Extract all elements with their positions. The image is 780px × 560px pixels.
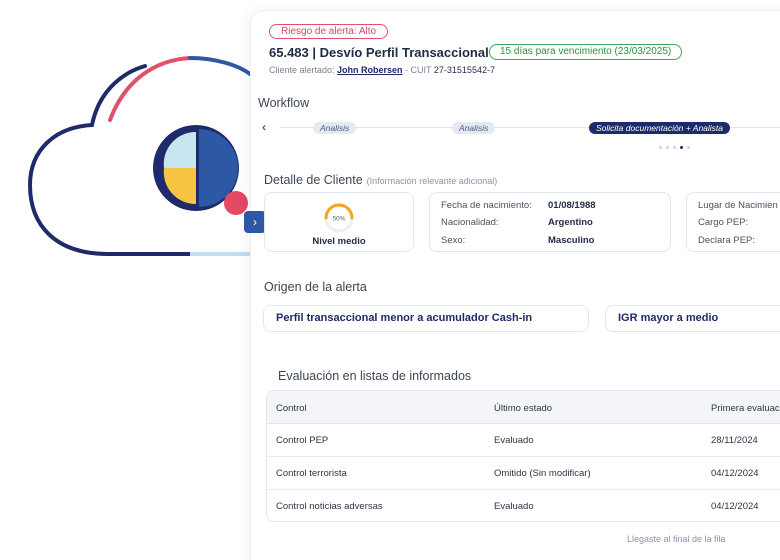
cell-control: Control terrorista bbox=[276, 468, 347, 479]
cell-status: Evaluado bbox=[494, 435, 534, 446]
workflow-step-1[interactable]: Analisis bbox=[313, 122, 357, 134]
client-name-link[interactable]: John Robersen bbox=[337, 65, 403, 75]
cell-date: 28/11/2024 bbox=[711, 435, 758, 446]
risk-gauge: 50% bbox=[324, 203, 354, 233]
case-title: 65.483 | Desvío Perfil Transaccional bbox=[269, 45, 489, 60]
pagination-dot[interactable] bbox=[673, 146, 676, 149]
pep-role-label: Cargo PEP: bbox=[698, 217, 749, 228]
origin-title: Origen de la alerta bbox=[264, 280, 367, 294]
pagination-dot[interactable] bbox=[659, 146, 662, 149]
expand-sidebar-button[interactable]: › bbox=[244, 211, 266, 233]
nationality-value: Argentino bbox=[548, 217, 593, 228]
workflow-pagination bbox=[659, 146, 690, 149]
risk-level-label: Nivel medio bbox=[312, 236, 366, 247]
table-header: Control Último estado Primera evaluac bbox=[267, 391, 780, 424]
birthdate-value: 01/08/1988 bbox=[548, 200, 596, 211]
table-row[interactable]: Control PEP Evaluado 28/11/2024 bbox=[267, 424, 780, 457]
gauge-value: 50% bbox=[332, 216, 345, 223]
cell-status: Evaluado bbox=[494, 501, 534, 512]
cell-control: Control noticias adversas bbox=[276, 501, 383, 512]
pep-declared-label: Declara PEP: bbox=[698, 235, 756, 246]
origin-item[interactable]: IGR mayor a medio bbox=[605, 305, 780, 332]
pagination-dot[interactable] bbox=[666, 146, 669, 149]
workflow-step-3[interactable]: Solicita documentación + Analista bbox=[589, 122, 731, 134]
workflow-title: Workflow bbox=[258, 96, 310, 110]
birthdate-label: Fecha de nacimiento: bbox=[441, 200, 532, 211]
table-row[interactable]: Control terrorista Omitido (Sin modifica… bbox=[267, 457, 780, 490]
client-prefix: Cliente alertado: bbox=[269, 65, 338, 75]
end-of-row-note: Llegaste al final de la fila bbox=[627, 534, 726, 544]
nationality-label: Nacionalidad: bbox=[441, 217, 499, 228]
evaluation-title: Evaluación en listas de informados bbox=[278, 369, 472, 383]
cloud-outline-red bbox=[108, 56, 192, 122]
client-detail-subtitle: (Información relevante adicional) bbox=[366, 176, 498, 186]
cloud-illustration bbox=[27, 56, 252, 256]
cell-date: 04/12/2024 bbox=[711, 501, 759, 512]
chevron-right-icon: › bbox=[253, 215, 257, 229]
sex-label: Sexo: bbox=[441, 235, 466, 246]
origin-item[interactable]: Perfil transaccional menor a acumulador … bbox=[263, 305, 589, 332]
table-row[interactable]: Control noticias adversas Evaluado 04/12… bbox=[267, 490, 780, 521]
sex-value: Masculino bbox=[548, 235, 595, 246]
cuit-separator: - CUIT bbox=[402, 65, 434, 75]
risk-level-card: 50% Nivel medio bbox=[264, 192, 414, 252]
birthplace-label: Lugar de Nacimien bbox=[698, 200, 778, 211]
evaluation-table: Control Último estado Primera evaluac Co… bbox=[266, 390, 780, 522]
cell-date: 04/12/2024 bbox=[711, 468, 759, 479]
expiry-badge: 15 días para vencimiento (23/03/2025) bbox=[489, 44, 683, 60]
pep-info-card: Lugar de Nacimien Cargo PEP: Declara PEP… bbox=[686, 192, 780, 252]
cloud-outline-blue bbox=[188, 56, 252, 76]
risk-badge: Riesgo de alerta: Alto bbox=[269, 24, 389, 39]
client-info-card: Fecha de nacimiento: 01/08/1988 Nacional… bbox=[429, 192, 671, 252]
client-info: Cliente alertado: John Robersen - CUIT 2… bbox=[269, 65, 495, 75]
client-cuit: 27-31515542-7 bbox=[433, 65, 495, 75]
pagination-dot[interactable] bbox=[687, 146, 690, 149]
chevron-left-icon[interactable]: ‹ bbox=[262, 120, 266, 134]
pagination-dot-active[interactable] bbox=[680, 146, 683, 149]
workflow-step-2[interactable]: Analisis bbox=[452, 122, 496, 134]
client-detail-heading: Detalle de Cliente bbox=[264, 173, 363, 187]
column-header-status[interactable]: Último estado bbox=[494, 403, 552, 414]
client-detail-title: Detalle de Cliente (Información relevante… bbox=[264, 173, 497, 187]
cell-status: Omitido (Sin modificar) bbox=[494, 468, 591, 479]
column-header-first-eval[interactable]: Primera evaluac bbox=[711, 403, 780, 414]
column-header-control[interactable]: Control bbox=[276, 403, 307, 414]
cell-control: Control PEP bbox=[276, 435, 329, 446]
